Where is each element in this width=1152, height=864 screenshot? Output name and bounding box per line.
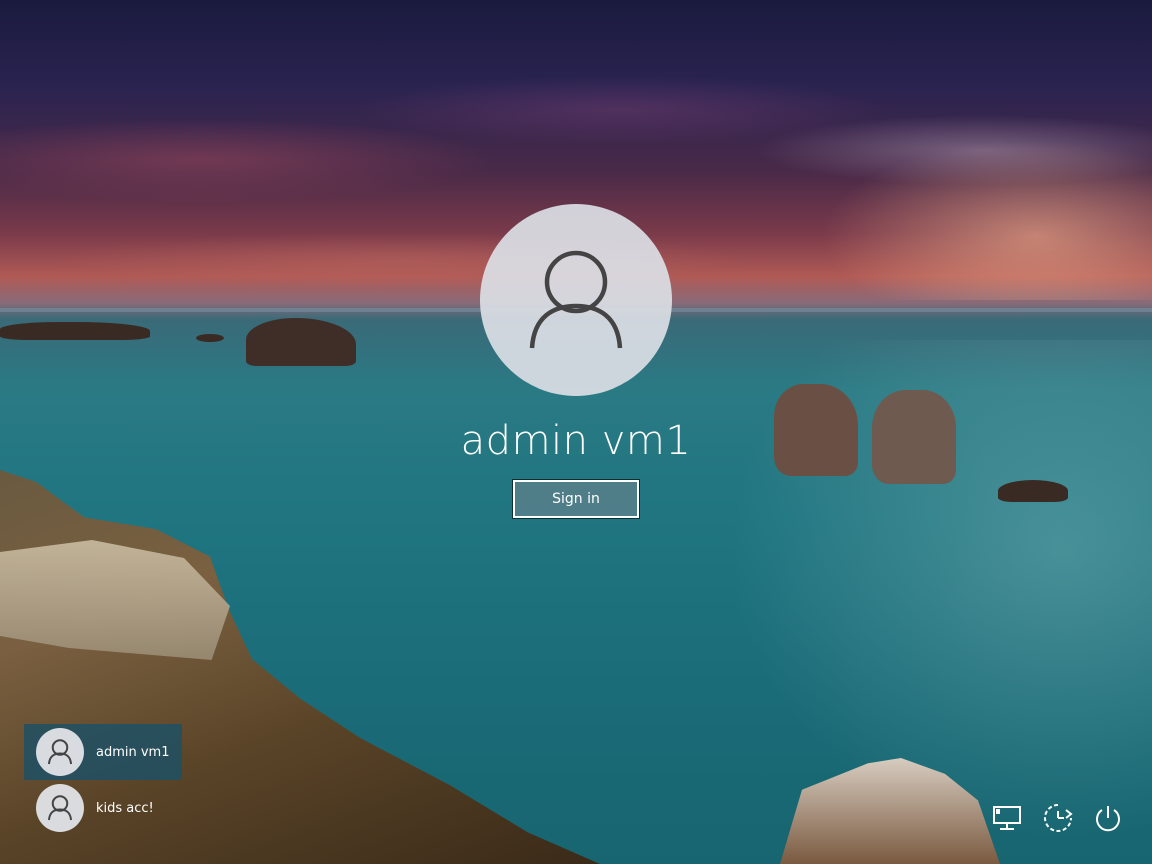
- user-avatar-small: [36, 728, 84, 776]
- rock-islet: [774, 384, 858, 476]
- user-silhouette-icon: [48, 795, 72, 821]
- user-silhouette-icon: [529, 250, 623, 349]
- user-list-item-label: kids acc!: [96, 800, 154, 816]
- power-icon: [1096, 806, 1120, 832]
- rock-islet: [998, 480, 1068, 502]
- rock-islet: [0, 322, 150, 340]
- user-avatar: [480, 204, 672, 396]
- rock-islet: [872, 390, 956, 484]
- lock-screen: admin vm1 Sign in admin vm1 kids acc!: [0, 0, 1152, 864]
- user-avatar-small: [36, 784, 84, 832]
- sign-in-button[interactable]: Sign in: [512, 479, 640, 519]
- user-list-item-admin-vm1[interactable]: admin vm1: [24, 724, 182, 780]
- user-silhouette-icon: [48, 739, 72, 765]
- user-name: admin vm1: [460, 418, 692, 464]
- rock-islet: [246, 318, 356, 366]
- user-list-item-kids-acc[interactable]: kids acc!: [24, 780, 182, 836]
- ease-of-access-button[interactable]: [1040, 800, 1076, 836]
- user-list: admin vm1 kids acc!: [24, 724, 182, 836]
- rock-islet: [196, 334, 224, 342]
- user-list-item-label: admin vm1: [96, 744, 170, 760]
- lock-screen-tray: [990, 800, 1126, 836]
- sunset-glow: [820, 140, 1152, 300]
- network-button[interactable]: [990, 800, 1026, 836]
- network-icon: [993, 806, 1021, 830]
- ease-of-access-icon: [1044, 804, 1073, 832]
- power-button[interactable]: [1090, 800, 1126, 836]
